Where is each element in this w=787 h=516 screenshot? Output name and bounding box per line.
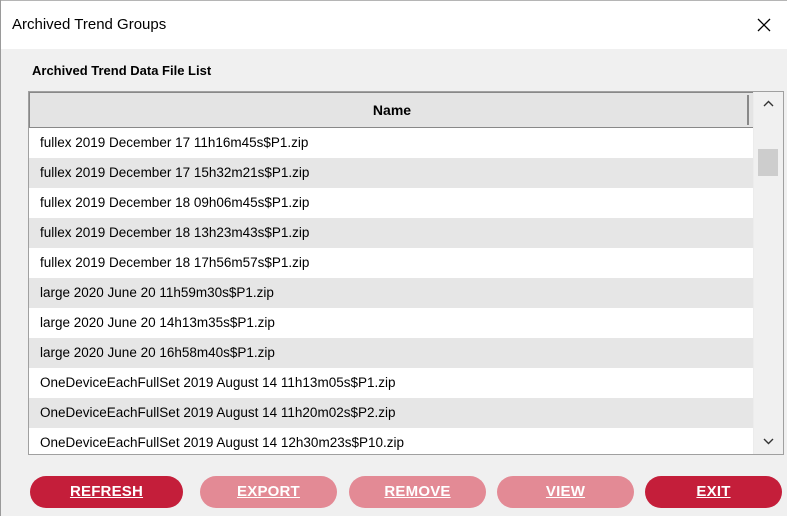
- refresh-button[interactable]: REFRESH: [30, 476, 183, 508]
- view-button[interactable]: VIEW: [497, 476, 634, 508]
- close-button[interactable]: [741, 2, 787, 48]
- list-item[interactable]: fullex 2019 December 17 11h16m45s$P1.zip: [29, 128, 755, 158]
- file-list-label: Archived Trend Data File List: [32, 63, 212, 78]
- name-column-header[interactable]: Name: [29, 92, 755, 128]
- list-item[interactable]: fullex 2019 December 18 13h23m43s$P1.zip: [29, 218, 755, 248]
- chevron-down-icon: [763, 438, 774, 445]
- list-item[interactable]: large 2020 June 20 11h59m30s$P1.zip: [29, 278, 755, 308]
- scroll-thumb[interactable]: [758, 149, 778, 176]
- column-resize-handle[interactable]: [747, 95, 749, 125]
- scroll-up-button[interactable]: [754, 92, 783, 116]
- export-button[interactable]: EXPORT: [200, 476, 337, 508]
- close-icon: [757, 18, 771, 32]
- file-rows: fullex 2019 December 17 11h16m45s$P1.zip…: [29, 128, 755, 454]
- list-item[interactable]: fullex 2019 December 18 09h06m45s$P1.zip: [29, 188, 755, 218]
- file-list[interactable]: Name fullex 2019 December 17 11h16m45s$P…: [28, 91, 784, 455]
- list-item[interactable]: OneDeviceEachFullSet 2019 August 14 11h2…: [29, 398, 755, 428]
- list-item[interactable]: OneDeviceEachFullSet 2019 August 14 11h1…: [29, 368, 755, 398]
- scroll-down-button[interactable]: [754, 430, 783, 454]
- name-column-header-label: Name: [372, 102, 412, 118]
- window-title: Archived Trend Groups: [12, 16, 167, 33]
- remove-button[interactable]: REMOVE: [349, 476, 486, 508]
- list-item[interactable]: large 2020 June 20 14h13m35s$P1.zip: [29, 308, 755, 338]
- list-item[interactable]: OneDeviceEachFullSet 2019 August 14 12h3…: [29, 428, 755, 454]
- list-item[interactable]: large 2020 June 20 16h58m40s$P1.zip: [29, 338, 755, 368]
- list-item[interactable]: fullex 2019 December 17 15h32m21s$P1.zip: [29, 158, 755, 188]
- exit-button[interactable]: EXIT: [645, 476, 782, 508]
- chevron-up-icon: [763, 100, 774, 107]
- window-border-left: [0, 0, 1, 516]
- title-bar: Archived Trend Groups: [1, 1, 787, 49]
- vertical-scrollbar[interactable]: [753, 92, 783, 454]
- list-item[interactable]: fullex 2019 December 18 17h56m57s$P1.zip: [29, 248, 755, 278]
